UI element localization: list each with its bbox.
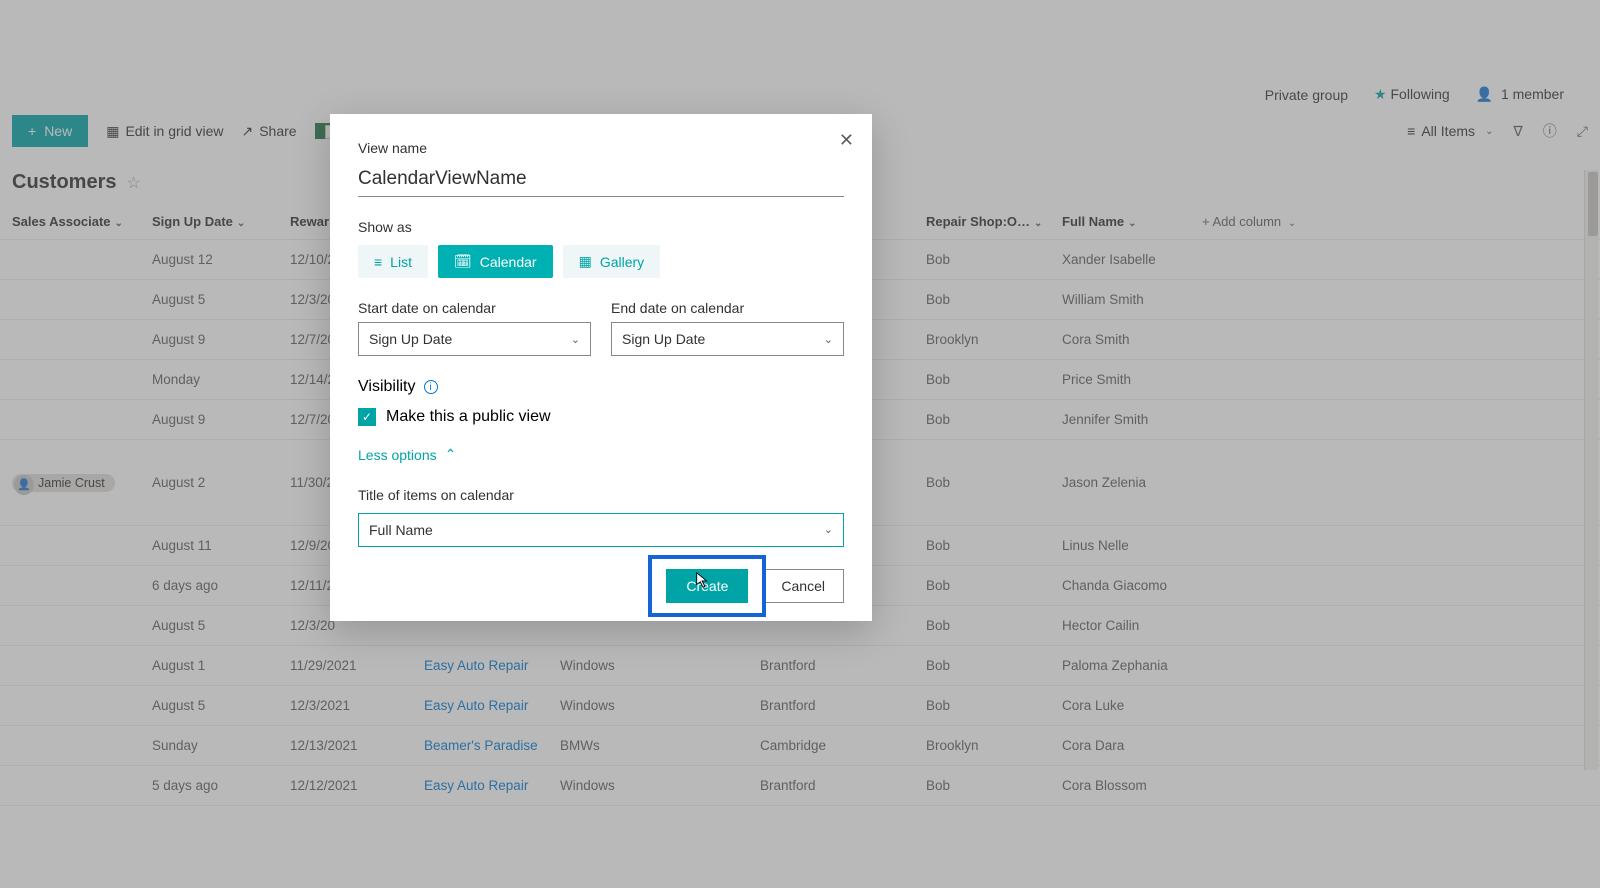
title-items-value: Full Name (369, 522, 433, 538)
chevron-down-icon: ⌄ (571, 333, 580, 346)
close-icon[interactable]: ✕ (839, 130, 854, 151)
visibility-label: Visibility (358, 378, 416, 396)
page-root: Private group ★ Following 👤 1 member + N… (0, 0, 1600, 888)
show-as-group: ≡ List 🗓 Calendar ▦ Gallery (358, 245, 844, 278)
chevron-down-icon: ⌄ (824, 523, 833, 536)
gallery-icon: ▦ (579, 253, 592, 270)
chevron-down-icon: ⌄ (824, 333, 833, 346)
cancel-button[interactable]: Cancel (762, 569, 844, 603)
create-button[interactable]: Create (666, 569, 748, 603)
cursor-icon (694, 571, 712, 589)
show-as-gallery[interactable]: ▦ Gallery (563, 245, 661, 278)
show-as-calendar[interactable]: 🗓 Calendar (438, 245, 553, 278)
less-options-toggle[interactable]: Less options ⌃ (358, 446, 456, 463)
title-items-label: Title of items on calendar (358, 487, 844, 503)
view-name-label: View name (358, 140, 844, 156)
start-date-select[interactable]: Sign Up Date ⌄ (358, 322, 591, 356)
create-view-dialog: ✕ View name Show as ≡ List 🗓 Calendar ▦ … (330, 114, 872, 621)
list-icon: ≡ (374, 254, 382, 270)
chevron-up-icon: ⌃ (445, 446, 457, 463)
show-as-list-label: List (390, 254, 412, 270)
start-date-label: Start date on calendar (358, 300, 591, 316)
less-options-label: Less options (358, 447, 437, 463)
end-date-select[interactable]: Sign Up Date ⌄ (611, 322, 844, 356)
show-as-calendar-label: Calendar (480, 254, 537, 270)
public-view-label: Make this a public view (386, 408, 551, 426)
calendar-icon: 🗓 (454, 253, 472, 270)
show-as-gallery-label: Gallery (600, 254, 644, 270)
info-icon[interactable]: i (424, 380, 438, 394)
end-date-label: End date on calendar (611, 300, 844, 316)
view-name-input[interactable] (358, 166, 844, 197)
end-date-value: Sign Up Date (622, 331, 705, 347)
show-as-label: Show as (358, 219, 844, 235)
show-as-list[interactable]: ≡ List (358, 245, 428, 278)
public-view-checkbox[interactable]: ✓ (358, 408, 376, 426)
start-date-value: Sign Up Date (369, 331, 452, 347)
title-items-select[interactable]: Full Name ⌄ (358, 513, 844, 547)
